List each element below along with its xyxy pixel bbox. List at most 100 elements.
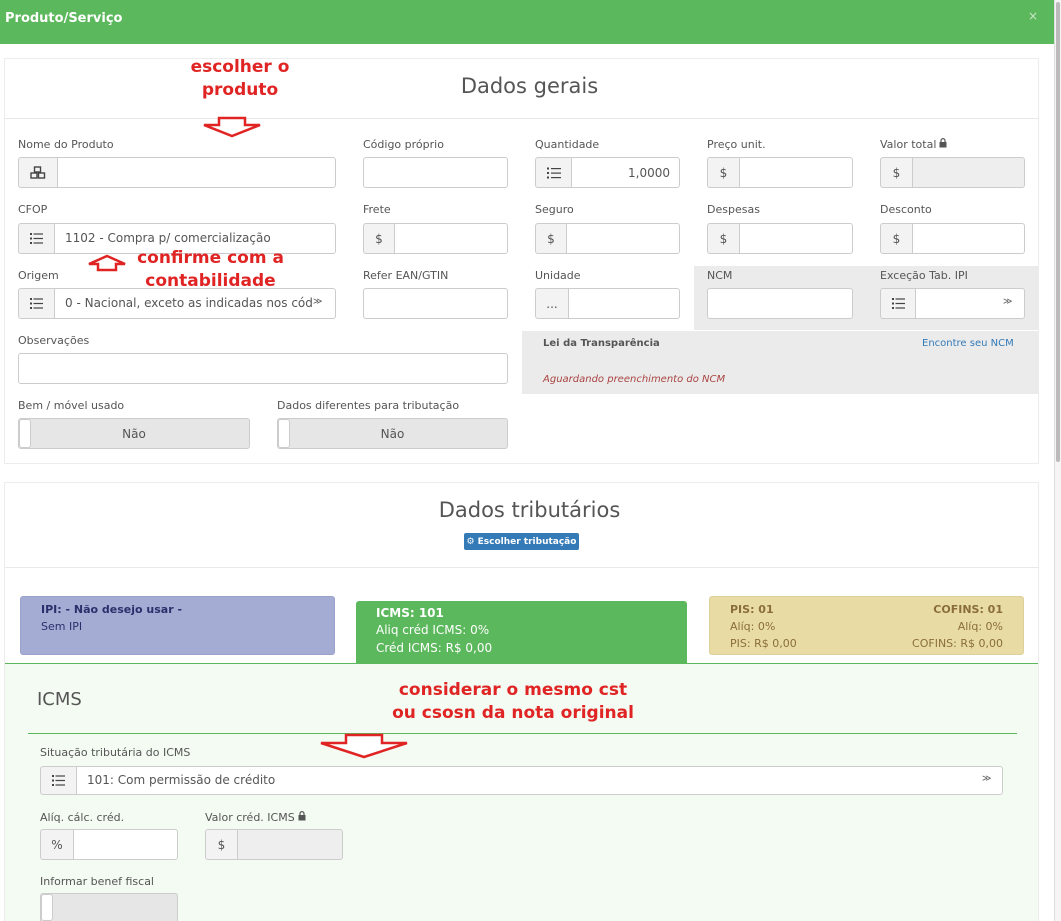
annotation-confirme-contabilidade: confirme com a contabilidade [128,247,293,293]
unidade-input[interactable] [568,288,680,319]
annotation-line: produto [201,79,279,100]
annotation-line: escolher o [190,57,290,77]
valor-total-label: Valor total [880,138,937,151]
valor-cred-addon: $ [205,829,238,860]
ean-input[interactable] [363,288,508,319]
annotation-considerar-cst: considerar o mesmo cst ou csosn da nota … [378,679,648,725]
chevron-down-icon: ≫ [1003,297,1013,307]
dados-diferentes-label: Dados diferentes para tributação [277,399,460,412]
ean-label: Refer EAN/GTIN [363,269,449,282]
scrollbar-thumb[interactable] [1056,2,1060,462]
dados-diferentes-value: Não [380,426,405,441]
unidade-label: Unidade [535,269,581,282]
preco-unit-label: Preço unit. [707,138,766,151]
escolher-tributacao-button[interactable]: ⚙ Escolher tributação [464,533,579,550]
valor-total-addon: $ [880,157,913,188]
origem-value: 0 - Nacional, exceto as indicadas nos có… [65,296,313,310]
toggle-knob[interactable] [19,419,31,448]
modal-header [0,0,1054,44]
seguro-input[interactable] [566,223,680,254]
ipi-card[interactable]: IPI: - Não desejo usar - Sem IPI [20,596,335,655]
dados-tributarios-title: Dados tributários [438,498,621,522]
dados-diferentes-toggle[interactable]: Não [277,418,508,449]
annotation-line: confirme com a [137,248,284,268]
cfop-label: CFOP [18,203,48,216]
benef-fiscal-toggle[interactable] [40,893,178,921]
ipi-card-line: Sem IPI [41,620,83,634]
aliq-calc-input[interactable] [73,829,178,860]
valor-total-label-wrap: Valor total [880,138,947,151]
boxes-icon [18,157,58,188]
codigo-proprio-label: Código próprio [363,138,444,151]
list-icon [18,223,55,254]
dados-gerais-title: Dados gerais [460,74,599,98]
valor-cred-label-wrap: Valor créd. ICMS [205,811,306,824]
pis-value: PIS: R$ 0,00 [730,637,797,651]
icms-card-line2: Créd ICMS: R$ 0,00 [376,640,493,655]
desconto-label: Desconto [880,203,932,216]
cfop-value: 1102 - Compra p/ comercialização [65,231,271,245]
list-icon [18,288,55,319]
origem-label: Origem [18,269,59,282]
cofins-aliq: Alíq: 0% [957,620,1003,634]
quantidade-label: Quantidade [535,138,600,151]
situacao-icms-label: Situação tributária do ICMS [40,746,191,759]
list-icon [40,766,77,795]
ncm-label: NCM [707,269,733,282]
despesas-label: Despesas [707,203,760,216]
chevron-down-icon: ≫ [313,297,323,307]
annotation-escolher-produto: escolher o produto [180,56,300,102]
observacoes-input[interactable] [18,353,508,384]
annotation-line: ou csosn da nota original [392,702,634,723]
valor-cred-input [237,829,343,860]
pis-cofins-card[interactable]: PIS: 01 COFINS: 01 Alíq: 0% Alíq: 0% PIS: … [709,596,1024,655]
lock-icon [939,138,947,151]
seguro-addon: $ [535,223,567,254]
situacao-icms-select[interactable]: 101: Com permissão de crédito [76,766,1003,795]
lock-icon [298,811,306,824]
desconto-input[interactable] [912,223,1025,254]
valor-total-input [912,157,1025,188]
aliq-calc-label: Alíq. cálc. créd. [40,811,125,824]
frete-input[interactable] [394,223,508,254]
toggle-knob[interactable] [41,894,53,921]
ncm-input[interactable] [707,288,853,319]
desconto-addon: $ [880,223,913,254]
close-button[interactable]: × [1028,9,1038,23]
frete-label: Frete [363,203,391,216]
nome-produto-input[interactable] [57,157,336,188]
divider [28,733,1017,734]
bem-movel-toggle[interactable]: Não [18,418,250,449]
toggle-knob[interactable] [278,419,290,448]
observacoes-label: Observações [18,334,90,347]
preco-unit-input[interactable] [739,157,853,188]
codigo-proprio-input[interactable] [363,157,508,188]
icms-card-line1: Aliq créd ICMS: 0% [376,623,490,638]
cofins-title: COFINS: 01 [933,603,1003,616]
chevron-down-icon: ≫ [982,774,992,784]
list-icon [880,288,916,319]
ipi-card-title: IPI: - Não desejo usar - [41,603,183,616]
cogs-icon: ⚙ [466,536,475,547]
aliq-calc-addon: % [40,829,74,860]
situacao-icms-value: 101: Com permissão de crédito [87,773,276,787]
despesas-input[interactable] [739,223,853,254]
unidade-addon[interactable]: ... [535,288,569,319]
frete-addon: $ [363,223,395,254]
encontre-ncm-link[interactable]: Encontre seu NCM [922,338,1014,349]
preco-unit-addon: $ [707,157,740,188]
escolher-tributacao-label: Escolher tributação [477,536,577,547]
icms-card-title: ICMS: 101 [376,606,444,620]
valor-cred-label: Valor créd. ICMS [205,811,295,824]
transparencia-status: Aguardando preenchimento do NCM [543,374,726,385]
benef-fiscal-label: Informar benef fiscal [40,875,154,888]
quantidade-input[interactable]: 1,0000 [571,157,680,188]
modal-title: Produto/Serviço [5,11,123,26]
list-ordered-icon [535,157,572,188]
annotation-line: contabilidade [145,270,276,291]
icms-section-title: ICMS [37,689,82,710]
annotation-line: considerar o mesmo cst [398,680,628,700]
pis-title: PIS: 01 [730,603,774,616]
divider [5,118,1038,119]
icms-card[interactable]: ICMS: 101 Aliq créd ICMS: 0% Créd ICMS: … [356,601,687,664]
